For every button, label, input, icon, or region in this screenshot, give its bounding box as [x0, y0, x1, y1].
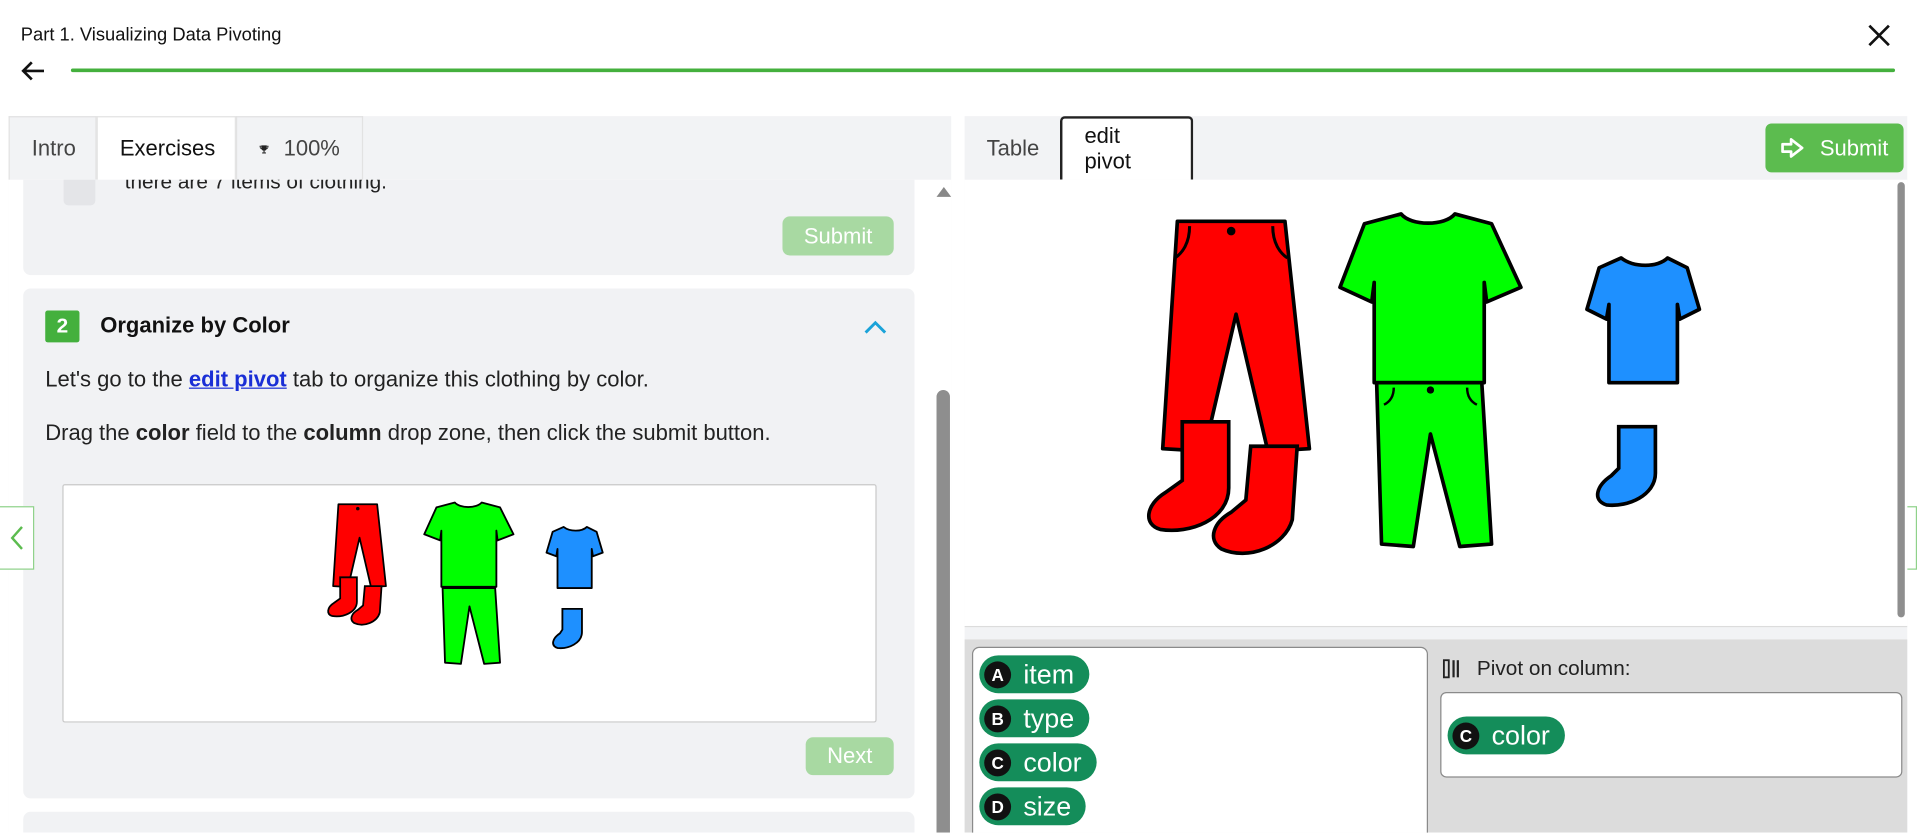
field-label: type [1023, 702, 1075, 733]
tab-score[interactable]: 100% [235, 116, 364, 180]
field-badge: C [984, 748, 1012, 776]
chevron-up-icon[interactable] [862, 318, 889, 335]
progress-fill [70, 68, 1896, 73]
field-pill-color[interactable]: C color [979, 743, 1097, 782]
field-pill-size[interactable]: D size [979, 787, 1086, 826]
right-scrollbar-thumb[interactable] [1897, 182, 1905, 618]
edit-pivot-link[interactable]: edit pivot [189, 367, 287, 391]
field-label: item [1023, 658, 1075, 689]
left-scrollbar-thumb[interactable] [936, 390, 950, 833]
step-number-badge: 2 [45, 310, 80, 343]
workspace-panel: Table edit pivot Submit A item B type C … [964, 116, 1908, 833]
exercise-scroll-area[interactable]: there are 7 items of clothing. Submit 2 … [8, 179, 952, 833]
p1-before: Let's go to the [45, 366, 189, 392]
tab-exercises[interactable]: Exercises [96, 116, 236, 180]
red-pants-icon [1160, 219, 1312, 453]
p2-a: Drag the [45, 420, 136, 446]
red-pants-icon [332, 503, 387, 588]
field-pill-item[interactable]: A item [979, 655, 1089, 694]
tab-edit-pivot[interactable]: edit pivot [1059, 116, 1194, 180]
p2-e: drop zone, then click the submit button. [381, 420, 771, 446]
exercise-card-1: there are 7 items of clothing. Submit [23, 179, 915, 276]
field-badge: C [1452, 721, 1480, 749]
instruction-paragraph-1: Let's go to the edit pivot tab to organi… [45, 367, 649, 393]
answer-checkbox[interactable] [63, 179, 96, 206]
exercise-card-2: 2 Organize by Color Let's go to the edit… [23, 288, 915, 799]
green-pants-icon [1374, 380, 1494, 549]
pivot-label-text: Pivot on column: [1476, 656, 1631, 680]
green-shirt-icon [1338, 212, 1523, 385]
blue-sock-icon [1595, 424, 1658, 508]
tab-table[interactable]: Table [965, 116, 1060, 180]
dropped-field-color[interactable]: C color [1447, 716, 1565, 755]
clothing-illustration-large [1147, 212, 1702, 556]
progress-bar [70, 68, 1896, 73]
field-badge: A [984, 660, 1012, 688]
submit-button[interactable]: Submit [1765, 123, 1904, 173]
field-list[interactable]: A item B type C color D size [971, 646, 1428, 833]
field-label: color [1491, 719, 1550, 751]
p2-color: color [135, 420, 190, 446]
column-drop-zone[interactable]: C color [1440, 691, 1903, 778]
blue-shirt-icon [1585, 256, 1702, 385]
p2-c: field to the [189, 420, 304, 446]
next-button[interactable]: Next [805, 737, 894, 776]
scroll-up-arrow-icon[interactable] [936, 187, 952, 197]
p1-after: tab to organize this clothing by color. [286, 366, 649, 392]
clothing-illustration-small [327, 501, 604, 665]
field-badge: D [984, 792, 1012, 820]
pivot-column-label: Pivot on column: [1442, 656, 1631, 681]
pivot-preview [964, 179, 1908, 628]
card1-text: there are 7 items of clothing. [124, 179, 387, 194]
close-icon[interactable] [1866, 22, 1893, 49]
columns-icon [1442, 659, 1459, 679]
left-tabbar: Intro Exercises 100% [8, 116, 364, 180]
tab-edit-pivot-label: edit pivot [1084, 123, 1131, 174]
field-badge: B [984, 704, 1012, 732]
field-pill-type[interactable]: B type [979, 699, 1089, 738]
page-title: Part 1. Visualizing Data Pivoting [20, 24, 282, 46]
exercise-card-3 [23, 811, 915, 833]
left-scrollbar[interactable] [935, 180, 952, 833]
chevron-left-icon [9, 526, 23, 550]
tab-table-label: Table [986, 135, 1040, 160]
tab-score-label: 100% [283, 135, 340, 161]
right-tabbar: Table edit pivot [965, 116, 1194, 180]
card1-submit-button[interactable]: Submit [782, 216, 894, 256]
right-scrollbar[interactable] [1895, 180, 1907, 627]
field-label: size [1023, 790, 1072, 821]
instruction-paragraph-2: Drag the color field to the column drop … [45, 421, 770, 447]
pivot-config-area: A item B type C color D size Pivot on co… [964, 639, 1908, 833]
submit-arrow-icon [1781, 138, 1805, 158]
instructions-panel: Intro Exercises 100% there are 7 items o… [8, 116, 952, 833]
field-label: color [1023, 746, 1082, 777]
step-title: Organize by Color [100, 312, 290, 338]
submit-button-label: Submit [1819, 135, 1889, 160]
back-arrow-icon[interactable] [20, 57, 47, 84]
trophy-icon [259, 144, 269, 153]
tab-intro[interactable]: Intro [8, 116, 97, 180]
prev-page-button[interactable] [0, 506, 35, 570]
tab-intro-label: Intro [31, 135, 76, 161]
tab-exercises-label: Exercises [119, 135, 216, 161]
p2-column: column [303, 420, 382, 446]
example-image [62, 484, 877, 723]
